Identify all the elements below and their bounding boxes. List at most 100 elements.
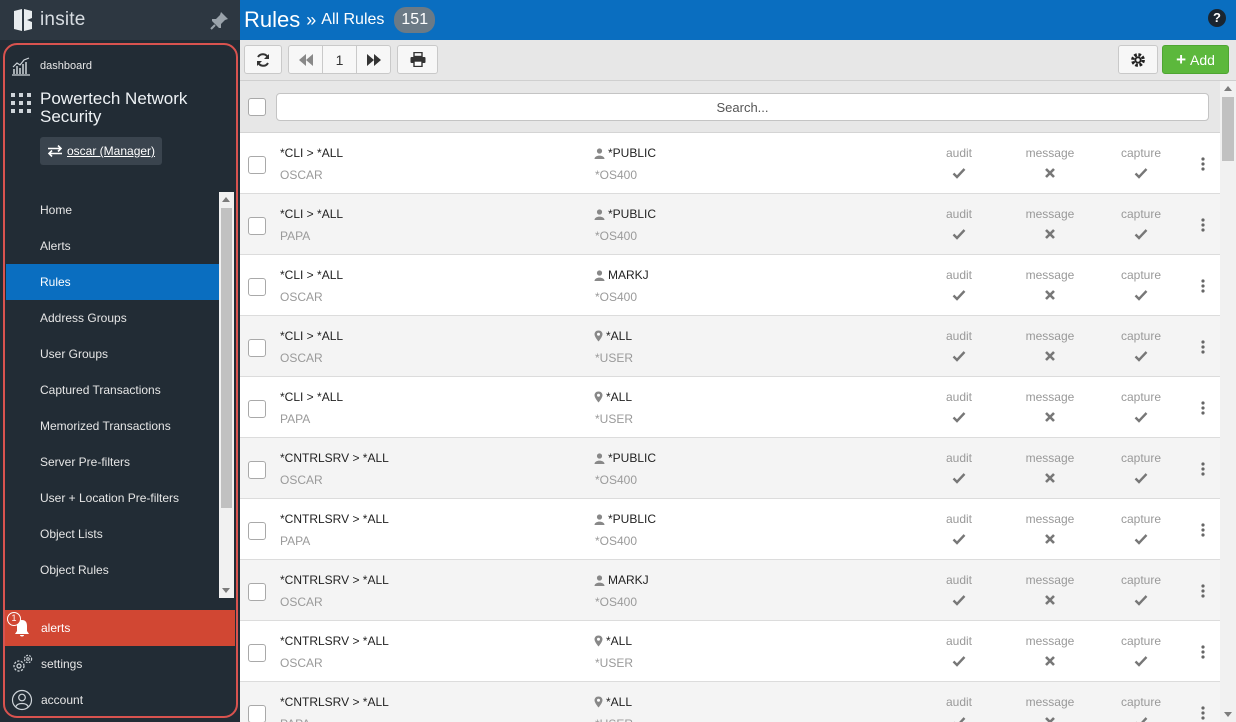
sidebar-item-captured-transactions[interactable]: Captured Transactions bbox=[6, 372, 219, 408]
scroll-down-icon[interactable] bbox=[222, 588, 230, 593]
row-checkbox[interactable] bbox=[248, 278, 266, 296]
cross-icon bbox=[1045, 595, 1055, 605]
more-options-icon[interactable] bbox=[1201, 401, 1205, 415]
next-page-button[interactable] bbox=[356, 46, 390, 73]
row-checkbox[interactable] bbox=[248, 583, 266, 601]
help-icon[interactable]: ? bbox=[1208, 9, 1226, 27]
more-options-icon[interactable] bbox=[1201, 279, 1205, 293]
message-flag: message bbox=[1015, 634, 1085, 668]
row-checkbox[interactable] bbox=[248, 644, 266, 662]
account-button[interactable]: account bbox=[5, 682, 235, 718]
search-input[interactable] bbox=[276, 93, 1209, 121]
account-label: account bbox=[41, 693, 84, 707]
row-checkbox[interactable] bbox=[248, 156, 266, 174]
user-switch-button[interactable]: oscar (Manager) bbox=[40, 137, 163, 165]
page-number[interactable]: 1 bbox=[323, 46, 356, 73]
more-options-icon[interactable] bbox=[1201, 157, 1205, 171]
add-rule-button[interactable]: + Add bbox=[1162, 45, 1229, 74]
apps-grid-icon[interactable] bbox=[10, 92, 32, 114]
rule-name: *CNTRLSRV > *ALL bbox=[280, 512, 389, 526]
first-page-button[interactable] bbox=[289, 46, 323, 73]
sidebar-item-user-location-pre-filters[interactable]: User + Location Pre-filters bbox=[6, 480, 219, 516]
audit-label: audit bbox=[945, 695, 973, 709]
audit-flag: audit bbox=[924, 268, 994, 302]
refresh-button[interactable] bbox=[244, 45, 282, 74]
row-checkbox[interactable] bbox=[248, 522, 266, 540]
settings-button[interactable]: settings bbox=[5, 646, 235, 682]
fast-forward-icon bbox=[366, 53, 381, 66]
cross-icon bbox=[1045, 534, 1055, 544]
page-title: Rules bbox=[244, 7, 301, 32]
sidebar-item-address-groups[interactable]: Address Groups bbox=[6, 300, 219, 336]
table-row[interactable]: *CLI > *ALL OSCAR MARKJ *OS400 audit message c… bbox=[240, 255, 1220, 316]
check-icon bbox=[952, 229, 966, 240]
scroll-thumb[interactable] bbox=[1222, 97, 1234, 161]
capture-flag: capture bbox=[1106, 390, 1176, 424]
scroll-thumb[interactable] bbox=[221, 208, 232, 508]
rule-server: *OS400 bbox=[595, 290, 638, 304]
rule-user-label: *PUBLIC bbox=[608, 207, 657, 221]
scroll-up-icon[interactable] bbox=[1224, 86, 1232, 91]
sidebar-item-object-rules[interactable]: Object Rules bbox=[6, 552, 219, 588]
sidebar-item-home[interactable]: Home bbox=[6, 192, 219, 228]
audit-label: audit bbox=[945, 512, 973, 526]
scroll-down-icon[interactable] bbox=[1224, 712, 1232, 717]
sidebar-item-server-pre-filters[interactable]: Server Pre-filters bbox=[6, 444, 219, 480]
row-checkbox[interactable] bbox=[248, 217, 266, 235]
rule-name: *CNTRLSRV > *ALL bbox=[280, 451, 389, 465]
sidebar-item-memorized-transactions[interactable]: Memorized Transactions bbox=[6, 408, 219, 444]
alerts-button[interactable]: 1 alerts bbox=[5, 610, 235, 646]
message-label: message bbox=[1025, 512, 1075, 526]
audit-label: audit bbox=[945, 573, 973, 587]
scroll-up-icon[interactable] bbox=[222, 197, 230, 202]
main-scrollbar[interactable] bbox=[1220, 81, 1236, 722]
capture-flag: capture bbox=[1106, 695, 1176, 722]
message-flag: message bbox=[1015, 512, 1085, 546]
select-all-checkbox[interactable] bbox=[248, 98, 266, 116]
more-options-icon[interactable] bbox=[1201, 218, 1205, 232]
more-options-icon[interactable] bbox=[1201, 706, 1205, 720]
rule-name: *CNTRLSRV > *ALL bbox=[280, 695, 389, 709]
row-checkbox[interactable] bbox=[248, 400, 266, 418]
sidebar-item-object-lists[interactable]: Object Lists bbox=[6, 516, 219, 552]
more-options-icon[interactable] bbox=[1201, 645, 1205, 659]
more-options-icon[interactable] bbox=[1201, 523, 1205, 537]
table-row[interactable]: *CLI > *ALL PAPA *ALL *USER audit message capt… bbox=[240, 377, 1220, 438]
sidebar-item-user-groups[interactable]: User Groups bbox=[6, 336, 219, 372]
table-row[interactable]: *CNTRLSRV > *ALL OSCAR MARKJ *OS400 audit mes… bbox=[240, 560, 1220, 621]
pin-icon[interactable] bbox=[208, 10, 230, 32]
sidebar-item-label: Server Pre-filters bbox=[40, 455, 131, 469]
row-checkbox[interactable] bbox=[248, 461, 266, 479]
print-button[interactable] bbox=[397, 45, 438, 74]
capture-label: capture bbox=[1120, 695, 1162, 709]
row-checkbox[interactable] bbox=[248, 339, 266, 357]
capture-label: capture bbox=[1120, 390, 1162, 404]
row-checkbox[interactable] bbox=[248, 705, 266, 722]
message-label: message bbox=[1025, 390, 1075, 404]
rule-name: *CLI > *ALL bbox=[280, 207, 344, 221]
table-row[interactable]: *CLI > *ALL OSCAR *ALL *USER audit message cap… bbox=[240, 316, 1220, 377]
message-flag: message bbox=[1015, 329, 1085, 363]
table-settings-button[interactable] bbox=[1118, 45, 1158, 74]
more-options-icon[interactable] bbox=[1201, 584, 1205, 598]
sidebar-item-rules[interactable]: Rules bbox=[6, 264, 219, 300]
more-options-icon[interactable] bbox=[1201, 340, 1205, 354]
table-row[interactable]: *CLI > *ALL PAPA *PUBLIC *OS400 audit message… bbox=[240, 194, 1220, 255]
table-row[interactable]: *CNTRLSRV > *ALL OSCAR *PUBLIC *OS400 audit m… bbox=[240, 438, 1220, 499]
rule-location: OSCAR bbox=[280, 290, 323, 304]
message-label: message bbox=[1025, 268, 1075, 282]
table-row[interactable]: *CNTRLSRV > *ALL PAPA *ALL *USER audit messag… bbox=[240, 682, 1220, 722]
table-row[interactable]: *CLI > *ALL OSCAR *PUBLIC *OS400 audit messag… bbox=[240, 133, 1220, 194]
audit-flag: audit bbox=[924, 573, 994, 607]
nav-scrollbar[interactable] bbox=[219, 192, 234, 598]
dashboard-link[interactable]: dashboard bbox=[10, 55, 92, 77]
settings-label: settings bbox=[41, 657, 83, 671]
sidebar-item-alerts[interactable]: Alerts bbox=[6, 228, 219, 264]
check-icon bbox=[1134, 473, 1148, 484]
audit-flag: audit bbox=[924, 512, 994, 546]
more-options-icon[interactable] bbox=[1201, 462, 1205, 476]
table-row[interactable]: *CNTRLSRV > *ALL OSCAR *ALL *USER audit messa… bbox=[240, 621, 1220, 682]
table-row[interactable]: *CNTRLSRV > *ALL PAPA *PUBLIC *OS400 audit me… bbox=[240, 499, 1220, 560]
audit-label: audit bbox=[945, 451, 973, 465]
check-icon bbox=[954, 717, 966, 722]
